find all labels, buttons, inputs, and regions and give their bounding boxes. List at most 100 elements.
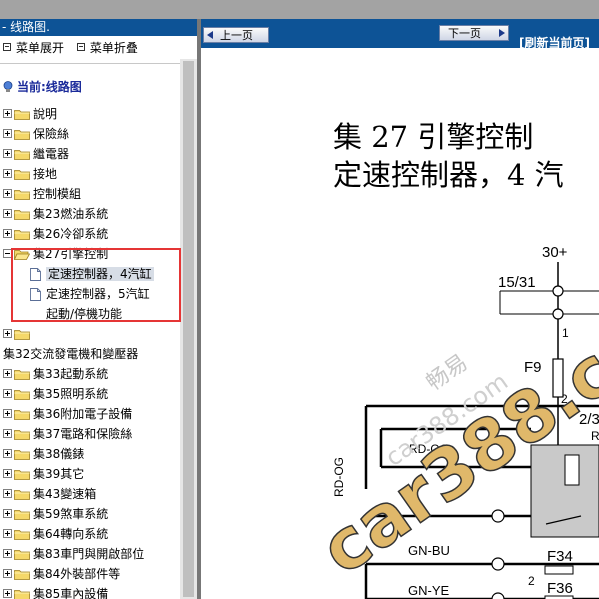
tree-item[interactable]: 接地 (3, 165, 57, 184)
folder-icon (14, 510, 30, 520)
collapse-menu-button[interactable]: 菜单折叠 (76, 37, 138, 59)
tree-item[interactable]: 集43變速箱 (3, 485, 96, 504)
tree-item[interactable]: 集64轉向系統 (3, 525, 108, 544)
wire-rd-og-vertical-label: RD-OG (332, 457, 346, 497)
tree-item-label[interactable]: 集36附加電子設備 (33, 407, 132, 421)
expand-toggle-icon[interactable] (3, 529, 12, 538)
expand-toggle-icon[interactable] (3, 169, 12, 178)
expand-toggle-icon[interactable] (3, 209, 12, 218)
current-node[interactable]: 当前:线路图 (3, 79, 82, 95)
tree-item-label[interactable]: 集84外裝部件等 (33, 567, 120, 581)
tree-item[interactable]: 集35照明系統 (3, 385, 108, 404)
tree-item-label[interactable]: 接地 (33, 167, 57, 181)
tree-item-label[interactable]: 集35照明系統 (33, 387, 108, 401)
tree-item-label[interactable]: 集37電路和保險絲 (33, 427, 132, 441)
tree-item-label[interactable]: 集83車門與開啟部位 (33, 547, 144, 561)
top-bar (0, 0, 599, 19)
folder-icon (14, 430, 30, 440)
tree-item-label[interactable]: 集39其它 (33, 467, 84, 481)
expand-toggle-icon[interactable] (3, 589, 12, 598)
minus-box-icon (76, 43, 85, 51)
folder-icon (14, 230, 30, 240)
tree-scrollbar-thumb[interactable] (183, 61, 194, 597)
tree-item-label[interactable]: 集32交流發電機和變壓器 (3, 347, 138, 361)
tree-pane-title: - 线路图. (0, 19, 197, 36)
tree-item[interactable]: 集26冷卻系統 (3, 225, 108, 244)
tree-item-label[interactable]: 集26冷卻系統 (33, 227, 108, 241)
tree-item[interactable]: 繼電器 (3, 145, 69, 164)
tree-item-label[interactable]: 集59煞車系統 (33, 507, 108, 521)
minus-box-icon (3, 43, 11, 51)
wire-gn-ye-label: GN-YE (408, 583, 450, 598)
tree-item[interactable]: 集37電路和保險絲 (3, 425, 132, 444)
tree-item[interactable]: 集83車門與開啟部位 (3, 545, 144, 564)
tree-item-label[interactable]: 集64轉向系統 (33, 527, 108, 541)
expand-toggle-icon[interactable] (3, 409, 12, 418)
tree-item-label[interactable]: 保險絲 (33, 127, 69, 141)
folder-icon (14, 550, 30, 560)
tree-item[interactable]: 保險絲 (3, 125, 69, 144)
expand-toggle-icon[interactable] (3, 449, 12, 458)
relay-coil (564, 454, 580, 486)
expand-toggle-icon[interactable] (3, 429, 12, 438)
tree-item[interactable]: 集85車內設備 (3, 585, 108, 599)
tree-item-label[interactable]: 繼電器 (33, 147, 69, 161)
folder-icon (14, 330, 30, 340)
tree-item-label[interactable]: 集33起動系統 (33, 367, 108, 381)
expand-toggle-icon[interactable] (3, 329, 12, 338)
expand-toggle-icon[interactable] (3, 369, 12, 378)
tree-item-label[interactable]: 集43變速箱 (33, 487, 96, 501)
tree-item[interactable]: 控制模組 (3, 185, 81, 204)
tree-item[interactable]: 集59煞車系統 (3, 505, 108, 524)
expand-toggle-icon[interactable] (3, 229, 12, 238)
folder-icon (14, 530, 30, 540)
expand-toggle-icon[interactable] (3, 569, 12, 578)
tree-item[interactable]: 集39其它 (3, 465, 84, 484)
tree-item[interactable]: 集84外裝部件等 (3, 565, 120, 584)
folder-icon (14, 170, 30, 180)
tree-item-label[interactable]: 集23燃油系統 (33, 207, 108, 221)
expand-toggle-icon[interactable] (3, 129, 12, 138)
content-pane: 上一页 下一页 [刷新当前页] 集 27 引擎控制 定速控制器，4 汽 30+ … (201, 19, 599, 599)
folder-icon (14, 110, 30, 120)
expand-toggle-icon[interactable] (3, 109, 12, 118)
tree-item-label[interactable]: 說明 (33, 107, 57, 121)
location-icon (3, 81, 13, 92)
folder-icon (14, 210, 30, 220)
fuse-f36-label: F36 (547, 580, 573, 597)
tree-item[interactable]: 集38儀錶 (3, 445, 84, 464)
pin-1-label: 1 (562, 326, 569, 340)
highlight-box (11, 248, 181, 322)
power-label: 30+ (542, 244, 568, 261)
folder-icon (14, 490, 30, 500)
tree-item-label[interactable]: 集85車內設備 (33, 587, 108, 599)
tree-item[interactable]: 說明 (3, 105, 57, 124)
relay-r-label: R (591, 429, 599, 443)
expand-toggle-icon[interactable] (3, 389, 12, 398)
tree-item[interactable]: 集36附加電子設備 (3, 405, 132, 424)
expand-toggle-icon[interactable] (3, 489, 12, 498)
expand-toggle-icon[interactable] (3, 549, 12, 558)
folder-icon (14, 410, 30, 420)
fuse-f34 (544, 565, 574, 575)
folder-icon (14, 470, 30, 480)
bus-label: 15/31 (498, 274, 536, 291)
tree-item[interactable]: 集23燃油系統 (3, 205, 108, 224)
folder-icon (14, 150, 30, 160)
tree-toolbar: 菜单展开 菜单折叠 (0, 37, 144, 59)
folder-icon (14, 450, 30, 460)
expand-menu-button[interactable]: 菜单展开 (3, 37, 64, 59)
tree-item[interactable]: 集32交流發電機和變壓器 (3, 345, 138, 364)
wiring-diagram: 30+ 15/31 F9 F34 F36 GN-BU GN-YE RD-OG 1… (305, 244, 599, 599)
expand-toggle-icon[interactable] (3, 149, 12, 158)
tree-item[interactable] (3, 325, 33, 344)
tree-item-label[interactable]: 集38儀錶 (33, 447, 84, 461)
expand-toggle-icon[interactable] (3, 509, 12, 518)
tree-item-label[interactable]: 控制模組 (33, 187, 81, 201)
expand-toggle-icon[interactable] (3, 189, 12, 198)
tree-item[interactable]: 集33起動系統 (3, 365, 108, 384)
terminal-node (491, 557, 505, 571)
expand-toggle-icon[interactable] (3, 469, 12, 478)
toolbar-divider (0, 63, 180, 64)
terminal-node (491, 592, 505, 599)
